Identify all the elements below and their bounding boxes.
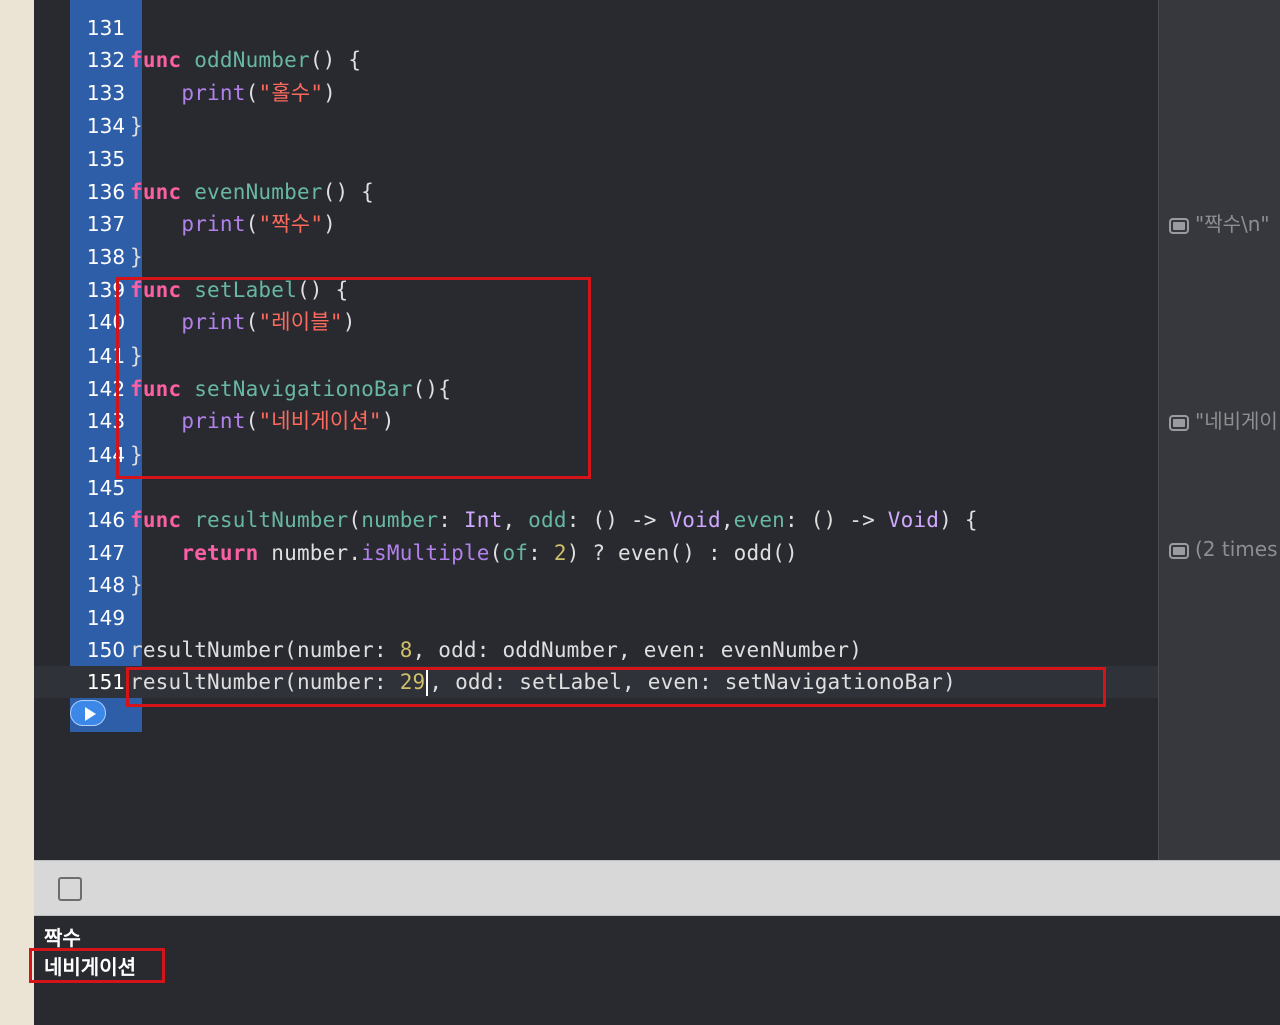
code-line[interactable]: 147 return number.isMultiple(of: 2) ? ev…: [34, 537, 1158, 569]
code-line[interactable]: 132 func oddNumber() {: [34, 44, 1158, 76]
console-line: 짝수: [44, 926, 81, 950]
code-line[interactable]: 137 print("짝수"): [34, 208, 1158, 240]
line-number: 149: [86, 606, 126, 630]
code-text: print("짝수"): [181, 212, 337, 236]
line-number: 131: [86, 16, 126, 40]
result-item[interactable]: "짝수\n": [1169, 208, 1270, 237]
line-number: 135: [86, 147, 126, 171]
highlight-box-call: [126, 667, 1106, 707]
quick-look-icon[interactable]: [1169, 414, 1189, 431]
play-icon: [85, 707, 96, 721]
code-line[interactable]: 135: [34, 143, 1158, 175]
code-line[interactable]: 134 }: [34, 110, 1158, 142]
code-text: }: [130, 114, 143, 138]
code-line[interactable]: 136 func evenNumber() {: [34, 176, 1158, 208]
quick-look-icon[interactable]: [1169, 542, 1189, 559]
highlight-box-console: [29, 948, 165, 983]
code-text: func evenNumber() {: [130, 180, 375, 204]
code-text: }: [130, 573, 143, 597]
code-text: return number.isMultiple(of: 2) ? even()…: [181, 541, 798, 565]
run-play-button[interactable]: [70, 700, 106, 726]
code-line[interactable]: 146 func resultNumber(number: Int, odd: …: [34, 504, 1158, 536]
code-text: print("홀수"): [181, 81, 337, 105]
toggle-console-checkbox[interactable]: [58, 877, 82, 901]
console-output: 짝수 네비게이션: [34, 916, 1280, 1025]
result-item[interactable]: "네비게이: [1169, 405, 1278, 434]
result-item[interactable]: (2 times: [1169, 537, 1278, 561]
code-line[interactable]: 150 resultNumber(number: 8, odd: oddNumb…: [34, 634, 1158, 666]
code-line[interactable]: 138 }: [34, 241, 1158, 273]
results-sidebar: "짝수\n" "네비게이 (2 times: [1158, 0, 1280, 860]
window-edge: [0, 0, 34, 1025]
code-line[interactable]: 133 print("홀수"): [34, 77, 1158, 109]
debug-bar: [34, 860, 1280, 916]
code-editor[interactable]: 131 132 func oddNumber() { 133 print("홀수…: [34, 0, 1158, 860]
quick-look-icon[interactable]: [1169, 217, 1189, 234]
code-line[interactable]: 131: [34, 12, 1158, 44]
highlight-box-functions: [116, 277, 591, 479]
code-text: func resultNumber(number: Int, odd: () -…: [130, 508, 978, 532]
code-line[interactable]: 149: [34, 602, 1158, 634]
code-text: }: [130, 245, 143, 269]
code-text: func oddNumber() {: [130, 48, 362, 72]
code-text: resultNumber(number: 8, odd: oddNumber, …: [130, 638, 863, 662]
code-line[interactable]: 148 }: [34, 569, 1158, 601]
